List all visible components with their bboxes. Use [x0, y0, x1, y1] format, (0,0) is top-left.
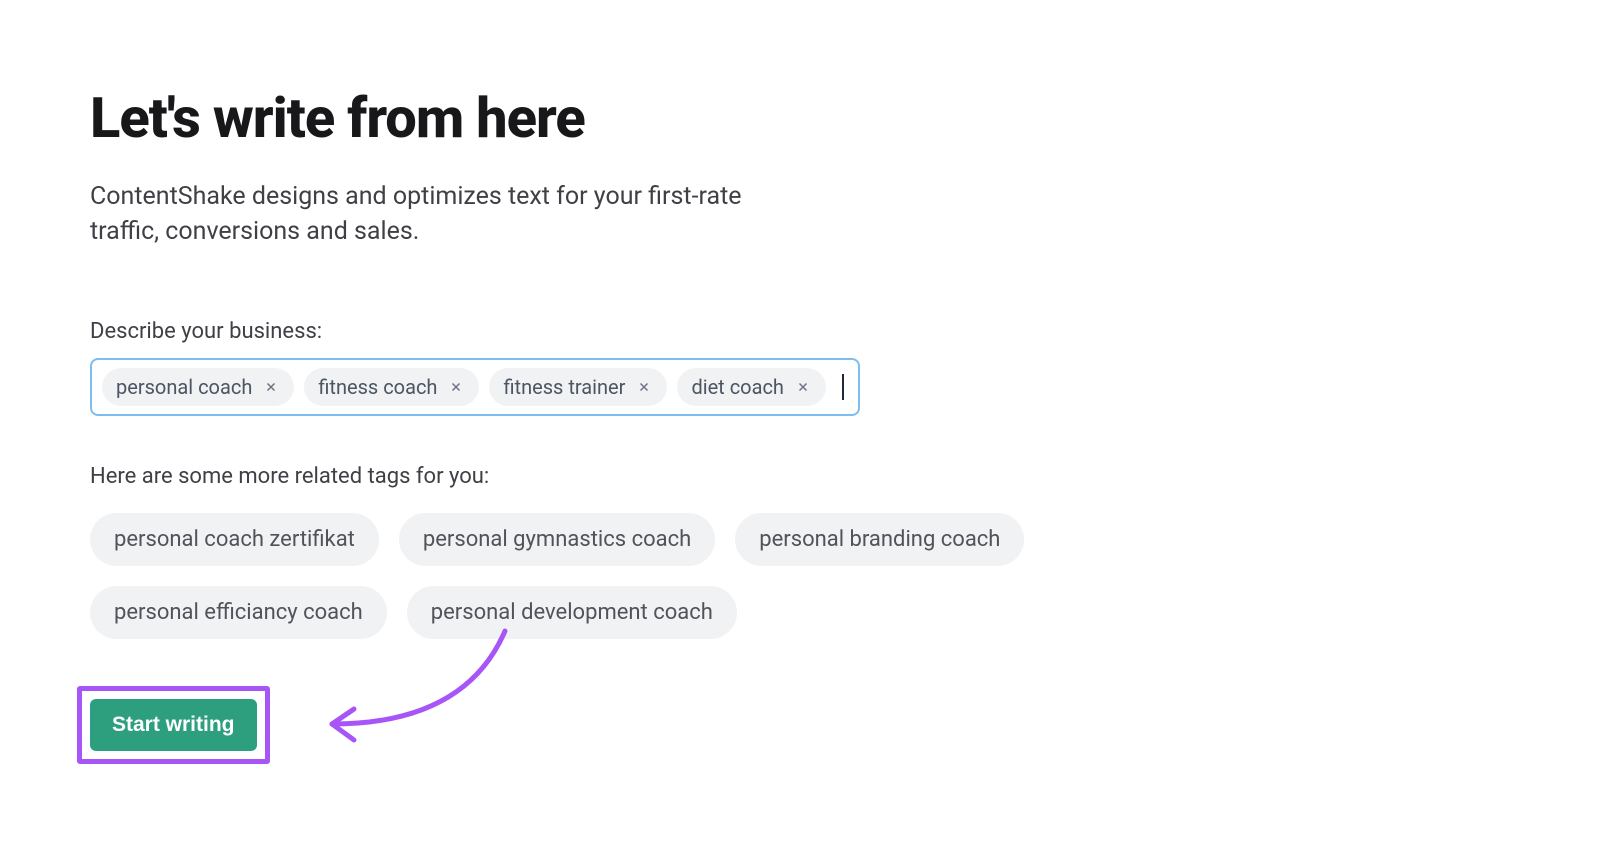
- selected-tag: diet coach: [677, 368, 826, 406]
- annotation-arrow-icon: [310, 619, 520, 759]
- related-tags-label: Here are some more related tags for you:: [90, 464, 1510, 489]
- remove-tag-icon[interactable]: [262, 378, 280, 396]
- text-cursor: [842, 374, 844, 400]
- suggestion-tag[interactable]: personal branding coach: [735, 513, 1024, 566]
- selected-tag: fitness trainer: [489, 368, 667, 406]
- page-title: Let's write from here: [90, 85, 1510, 151]
- suggestion-tag[interactable]: personal efficiancy coach: [90, 586, 387, 639]
- suggestion-tag[interactable]: personal development coach: [407, 586, 737, 639]
- tag-label: diet coach: [691, 375, 784, 399]
- remove-tag-icon[interactable]: [635, 378, 653, 396]
- describe-business-label: Describe your business:: [90, 319, 1510, 344]
- remove-tag-icon[interactable]: [447, 378, 465, 396]
- tag-label: fitness trainer: [503, 375, 625, 399]
- page-subtitle: ContentShake designs and optimizes text …: [90, 179, 790, 249]
- remove-tag-icon[interactable]: [794, 378, 812, 396]
- tag-label: fitness coach: [318, 375, 437, 399]
- tag-label: personal coach: [116, 375, 252, 399]
- suggestion-tag[interactable]: personal coach zertifikat: [90, 513, 379, 566]
- start-button-wrapper: Start writing: [90, 699, 257, 751]
- suggestion-tag[interactable]: personal gymnastics coach: [399, 513, 715, 566]
- suggestion-tag-list: personal coach zertifikat personal gymna…: [90, 513, 1090, 639]
- business-tag-input[interactable]: personal coach fitness coach fitness tra…: [90, 358, 860, 416]
- selected-tag: fitness coach: [304, 368, 479, 406]
- start-writing-button[interactable]: Start writing: [90, 699, 257, 751]
- selected-tag: personal coach: [102, 368, 294, 406]
